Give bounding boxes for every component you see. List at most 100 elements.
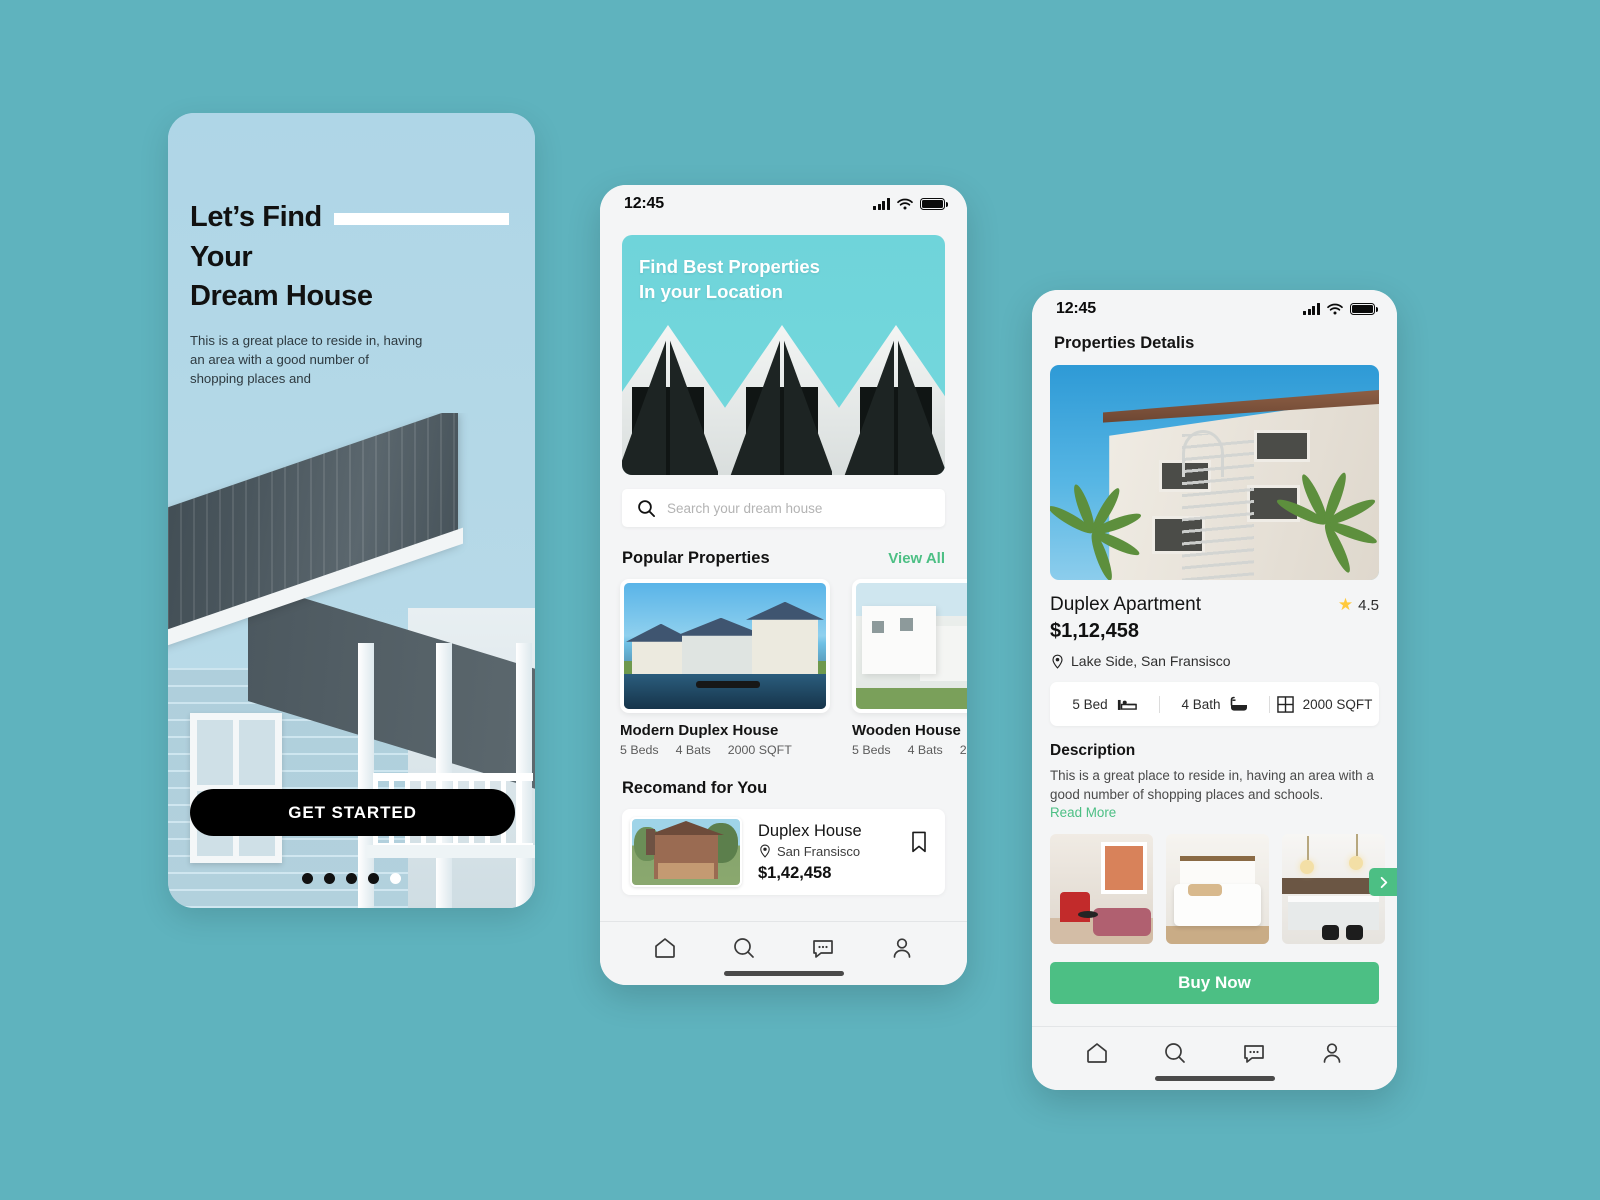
search-icon[interactable] [731, 935, 757, 961]
recommended-property-card[interactable]: Duplex House San Fransisco $1,42,458 [622, 809, 945, 895]
spec-area-label: 2000 SQFT [1302, 696, 1373, 712]
home-icon[interactable] [652, 935, 678, 961]
onboarding-heading: Let’s Find Your Dream House [190, 198, 520, 317]
view-all-link[interactable]: View All [888, 550, 945, 567]
star-icon: ★ [1337, 595, 1354, 614]
read-more-link[interactable]: Read More [1050, 805, 1379, 820]
property-card-image [852, 579, 967, 713]
gallery-next-button[interactable] [1369, 868, 1397, 897]
property-area: 2000 SQFT [959, 743, 967, 757]
recommend-title: Recomand for You [622, 779, 768, 797]
location-pin-icon [1052, 654, 1063, 669]
banner-houses-photo [622, 315, 945, 475]
onboarding-subtitle: This is a great place to reside in, havi… [190, 333, 423, 387]
pagination-dot[interactable] [302, 873, 313, 884]
pagination-dot[interactable] [324, 873, 335, 884]
promo-line-1: Find Best Properties [639, 256, 820, 277]
popular-section-header: Popular Properties View All [622, 549, 945, 568]
search-icon[interactable] [1162, 1040, 1188, 1066]
rating-badge: ★ 4.5 [1338, 595, 1379, 615]
promo-line-2: In your Location [639, 280, 783, 302]
heading-line-1: Let’s Find [190, 201, 322, 233]
property-name-row: Duplex Apartment ★ 4.5 [1050, 594, 1379, 616]
chevron-right-icon [1380, 876, 1387, 888]
gable-house [622, 325, 732, 475]
recommended-thumbnail [630, 817, 742, 887]
rating-value: 4.5 [1358, 596, 1379, 614]
page-title: Properties Detalis [1054, 334, 1195, 352]
status-time: 12:45 [1056, 300, 1096, 317]
status-time: 12:45 [624, 195, 664, 212]
property-card-name: Wooden House [852, 722, 961, 739]
search-input[interactable] [667, 500, 930, 516]
recommended-name: Duplex House [758, 821, 862, 840]
home-screen: 12:45 Find Best Properties In your Locat… [600, 185, 967, 985]
status-bar: 12:45 [600, 185, 967, 223]
battery-icon [920, 197, 948, 211]
buy-now-button[interactable]: Buy Now [1050, 962, 1379, 1005]
popular-properties-list[interactable]: Modern Duplex House 5 Beds 4 Bats 2000 S… [600, 579, 967, 757]
recommended-location-text: San Fransisco [777, 843, 861, 859]
description-body: This is a great place to reside in, havi… [1050, 768, 1374, 803]
spec-bath-label: 4 Bath [1181, 696, 1221, 712]
profile-icon[interactable] [889, 935, 915, 961]
palm-tree [1267, 451, 1379, 580]
signal-icon [1303, 303, 1320, 315]
gallery-thumbnail[interactable] [1166, 834, 1269, 945]
property-specs-row: 5 Bed 4 Bath 2000 SQFT [1050, 682, 1379, 726]
search-bar[interactable] [622, 489, 945, 527]
pagination-dot-active[interactable] [390, 873, 401, 884]
profile-icon[interactable] [1319, 1040, 1345, 1066]
spec-area: 2000 SQFT [1269, 695, 1379, 713]
home-icon[interactable] [1084, 1040, 1110, 1066]
spec-bath: 4 Bath [1159, 695, 1269, 713]
onboarding-screen: Let’s Find Your Dream House This is a gr… [168, 113, 535, 908]
property-card-image [620, 579, 830, 713]
pagination-dot[interactable] [346, 873, 357, 884]
property-card[interactable]: Modern Duplex House 5 Beds 4 Bats 2000 S… [620, 579, 830, 757]
gable-house [832, 325, 945, 475]
bookmark-icon[interactable] [911, 831, 927, 858]
gallery-thumbnail[interactable] [1050, 834, 1153, 945]
home-indicator [1154, 1075, 1275, 1081]
property-area: 2000 SQFT [727, 743, 792, 757]
home-indicator [723, 970, 844, 976]
property-card[interactable]: Wooden House 5 Beds 4 Bats 2000 SQFT [852, 579, 967, 757]
location-pin-icon [760, 844, 770, 858]
property-beds: 5 Beds [852, 743, 891, 757]
property-card-meta: 5 Beds 4 Bats 2000 SQFT [852, 743, 967, 757]
status-bar: 12:45 [1032, 290, 1397, 328]
get-started-button[interactable]: GET STARTED [190, 789, 515, 836]
search-icon [638, 499, 656, 517]
property-beds: 5 Beds [620, 743, 659, 757]
property-location: Lake Side, San Fransisco [1050, 653, 1379, 669]
recommend-section-header: Recomand for You [622, 779, 945, 798]
heading-line-2: Your [190, 240, 253, 273]
property-details-screen: 12:45 Properties Detalis Duplex Apartmen… [1032, 290, 1397, 1090]
heading-line-3: Dream House [190, 280, 373, 313]
recommended-price: $1,42,458 [758, 863, 832, 882]
description-heading: Description [1050, 742, 1136, 759]
wifi-icon [1327, 303, 1343, 315]
battery-icon [1350, 302, 1378, 316]
pagination-dot[interactable] [368, 873, 379, 884]
property-card-name: Modern Duplex House [620, 722, 779, 739]
property-card-meta: 5 Beds 4 Bats 2000 SQFT [620, 743, 830, 757]
gable-house [718, 325, 846, 475]
chat-icon[interactable] [810, 935, 836, 961]
onboarding-pagination [168, 873, 535, 884]
property-baths: 4 Bats [907, 743, 943, 757]
chat-icon[interactable] [1241, 1040, 1267, 1066]
property-baths: 4 Bats [675, 743, 711, 757]
property-name: Duplex Apartment [1050, 594, 1202, 615]
gallery-thumbnails [1050, 834, 1397, 945]
property-location-text: Lake Side, San Fransisco [1071, 653, 1231, 669]
promo-banner-text: Find Best Properties In your Location [639, 255, 820, 305]
promo-banner[interactable]: Find Best Properties In your Location [622, 235, 945, 475]
bed-icon [1117, 699, 1137, 710]
spec-bed: 5 Bed [1050, 697, 1159, 712]
property-price: $1,12,458 [1050, 620, 1139, 642]
bath-icon [1230, 696, 1247, 711]
spec-bed-label: 5 Bed [1072, 696, 1108, 712]
wifi-icon [897, 198, 913, 210]
